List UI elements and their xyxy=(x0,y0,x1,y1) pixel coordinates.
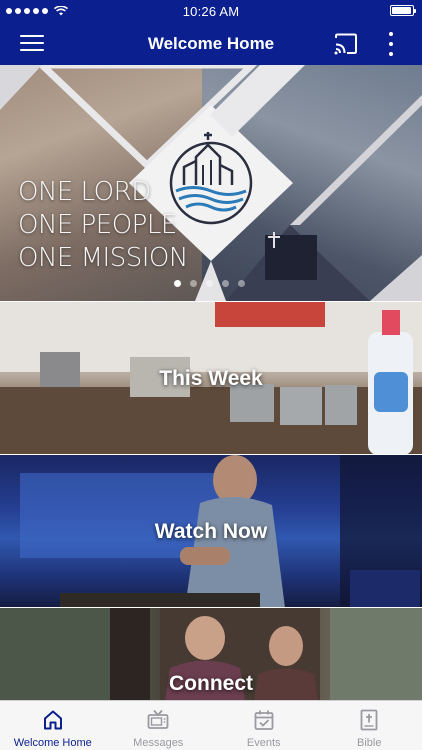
carousel-indicator[interactable] xyxy=(174,280,245,287)
app-bar: Welcome Home xyxy=(0,22,422,65)
hero-banner[interactable]: ONE LORD ONE PEOPLE ONE MISSION xyxy=(0,65,422,301)
tile-label: This Week xyxy=(159,367,263,390)
bible-icon xyxy=(360,709,378,731)
wifi-icon xyxy=(54,6,68,16)
tab-label: Bible xyxy=(357,737,382,749)
more-vertical-icon[interactable] xyxy=(386,32,396,56)
home-icon xyxy=(43,710,62,730)
calendar-check-icon xyxy=(254,710,274,730)
page-title: Welcome Home xyxy=(147,33,275,53)
tab-welcome-home[interactable]: Welcome Home xyxy=(0,701,106,750)
status-bar: 10:26 AM xyxy=(0,0,422,22)
carousel-dot[interactable] xyxy=(190,280,197,287)
status-time: 10:26 AM xyxy=(182,3,240,19)
tab-events[interactable]: Events xyxy=(211,701,317,750)
hero-line: ONE PEOPLE xyxy=(18,210,177,240)
tv-icon xyxy=(147,709,169,729)
tile-this-week[interactable]: This Week xyxy=(0,301,422,454)
tab-bar: Welcome Home Messages Events Bible xyxy=(0,700,422,750)
hamburger-menu-icon[interactable] xyxy=(20,35,44,53)
hero-line: ONE MISSION xyxy=(18,243,188,273)
carousel-dot[interactable] xyxy=(238,280,245,287)
carousel-dot[interactable] xyxy=(174,280,181,287)
tile-label: Watch Now xyxy=(154,520,268,543)
tab-bible[interactable]: Bible xyxy=(317,701,422,750)
hero-tagline: ONE LORD ONE PEOPLE ONE MISSION xyxy=(18,176,188,275)
tab-label: Welcome Home xyxy=(13,737,92,749)
tile-label: Connect xyxy=(169,672,253,695)
tile-connect[interactable]: Connect xyxy=(0,607,422,700)
battery-icon xyxy=(390,5,416,16)
carousel-dot[interactable] xyxy=(222,280,229,287)
tab-label: Messages xyxy=(133,737,184,749)
tab-messages[interactable]: Messages xyxy=(106,701,212,750)
tile-watch-now[interactable]: Watch Now xyxy=(0,454,422,607)
cellular-signal-icon xyxy=(6,6,68,16)
tab-label: Events xyxy=(246,737,281,749)
carousel-dot[interactable] xyxy=(206,280,213,287)
hero-line: ONE LORD xyxy=(18,177,151,207)
cast-icon[interactable] xyxy=(334,33,358,55)
